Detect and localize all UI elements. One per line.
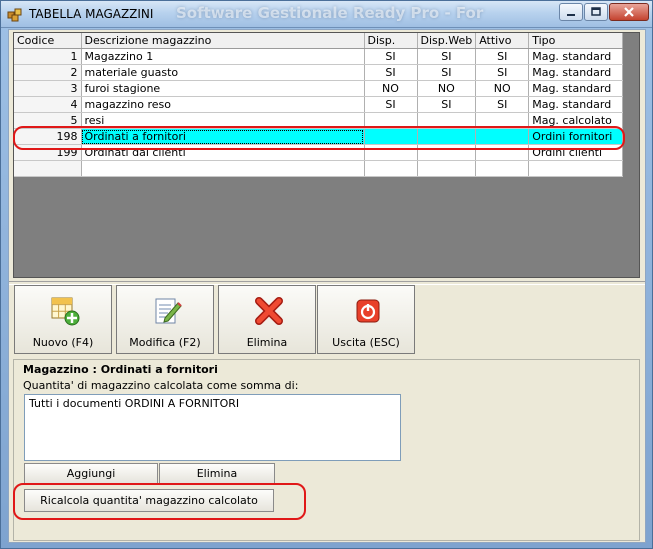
cell-descrizione: resi (81, 112, 365, 129)
table-row[interactable]: 1 Magazzino 1 SI SI SI Mag. standard (14, 48, 624, 65)
column-header-disp[interactable]: Disp. (364, 33, 418, 49)
cell-codice: 199 (14, 144, 82, 161)
cell-disp: NO (364, 80, 418, 97)
modifica-label: Modifica (F2) (129, 336, 201, 349)
cell-attivo: SI (475, 64, 530, 81)
add-grid-icon (51, 297, 80, 326)
cell-tipo: Mag. standard (528, 48, 624, 65)
uscita-button[interactable]: Uscita (ESC) (317, 285, 415, 354)
elimina-toolbar-button[interactable]: Elimina (218, 285, 316, 354)
cell-disp-web: NO (417, 80, 477, 97)
table-header-row: Codice Descrizione magazzino Disp. Disp.… (14, 33, 624, 49)
column-header-disp-web[interactable]: Disp.Web (417, 33, 477, 49)
nuovo-button[interactable]: Nuovo (F4) (14, 285, 112, 354)
column-header-descrizione[interactable]: Descrizione magazzino (81, 33, 365, 49)
cell-tipo: Mag. calcolato (528, 112, 624, 129)
table-row[interactable]: 199 Ordinati dai clienti Ordini clienti (14, 144, 624, 161)
cell-disp (364, 128, 418, 145)
minimize-button[interactable] (559, 3, 583, 21)
cell-codice: 198 (14, 128, 82, 145)
app-icon (7, 8, 22, 22)
cell-disp-web (417, 112, 477, 129)
edit-document-icon (155, 298, 182, 324)
cell-descrizione: materiale guasto (81, 64, 365, 81)
minimize-icon (567, 14, 575, 16)
nuovo-label: Nuovo (F4) (32, 336, 94, 349)
table-row[interactable]: 5 resi Mag. calcolato (14, 112, 624, 129)
cell-tipo: Ordini fornitori (528, 128, 624, 145)
cell-tipo (528, 160, 624, 177)
column-header-tipo[interactable]: Tipo (528, 33, 624, 49)
cell-attivo: SI (475, 48, 530, 65)
delete-x-icon (255, 297, 283, 325)
close-icon (624, 7, 634, 17)
ricalcola-button[interactable]: Ricalcola quantita' magazzino calcolato (24, 489, 274, 512)
power-exit-icon (356, 299, 380, 323)
detail-caption: Quantita' di magazzino calcolata come so… (23, 379, 299, 392)
cell-attivo (475, 112, 530, 129)
cell-descrizione: Ordinati a fornitori (81, 128, 365, 145)
detail-panel: Magazzino : Ordinati a fornitori Quantit… (13, 359, 640, 541)
cell-tipo: Mag. standard (528, 80, 624, 97)
cell-disp (364, 144, 418, 161)
cell-tipo: Mag. standard (528, 96, 624, 113)
cell-attivo: SI (475, 96, 530, 113)
cell-disp-web: SI (417, 64, 477, 81)
components-memo[interactable]: Tutti i documenti ORDINI A FORNITORI (24, 394, 401, 461)
column-header-attivo[interactable]: Attivo (475, 33, 530, 49)
elimina-detail-button[interactable]: Elimina (159, 463, 275, 484)
table-row[interactable]: 3 furoi stagione NO NO NO Mag. standard (14, 80, 624, 97)
window-title: TABELLA MAGAZZINI (29, 7, 154, 21)
cell-attivo (475, 128, 530, 145)
cell-disp-web: SI (417, 96, 477, 113)
modifica-button[interactable]: Modifica (F2) (116, 285, 214, 354)
cell-codice: 3 (14, 80, 82, 97)
cell-descrizione: furoi stagione (81, 80, 365, 97)
title-bar[interactable]: TABELLA MAGAZZINI Software Gestionale Re… (1, 1, 652, 28)
cell-descrizione (81, 160, 365, 177)
uscita-label: Uscita (ESC) (332, 336, 400, 349)
elimina-toolbar-label: Elimina (246, 336, 288, 349)
cell-disp (364, 112, 418, 129)
cell-codice: 2 (14, 64, 82, 81)
cell-attivo: NO (475, 80, 530, 97)
cell-descrizione: Magazzino 1 (81, 48, 365, 65)
close-button[interactable] (609, 3, 649, 21)
cell-disp-web: SI (417, 48, 477, 65)
aggiungi-button[interactable]: Aggiungi (24, 463, 158, 484)
cell-codice: 5 (14, 112, 82, 129)
table-row-empty[interactable] (14, 160, 624, 177)
cell-tipo: Mag. standard (528, 64, 624, 81)
cell-attivo (475, 144, 530, 161)
window: TABELLA MAGAZZINI Software Gestionale Re… (0, 0, 653, 549)
cell-descrizione: Ordinati dai clienti (81, 144, 365, 161)
cell-disp-web (417, 144, 477, 161)
cell-codice (14, 160, 82, 177)
warehouse-table: Codice Descrizione magazzino Disp. Disp.… (14, 33, 624, 177)
cell-disp-web (417, 160, 477, 177)
cell-disp: SI (364, 64, 418, 81)
cell-codice: 1 (14, 48, 82, 65)
column-header-codice[interactable]: Codice (14, 33, 82, 49)
table-row-selected[interactable]: 198 Ordinati a fornitori Ordini fornitor… (14, 128, 624, 145)
cell-disp: SI (364, 48, 418, 65)
cell-attivo (475, 160, 530, 177)
cell-codice: 4 (14, 96, 82, 113)
cell-disp (364, 160, 418, 177)
cell-tipo: Ordini clienti (528, 144, 624, 161)
client-area: Codice Descrizione magazzino Disp. Disp.… (8, 29, 646, 543)
detail-title: Magazzino : Ordinati a fornitori (23, 363, 218, 376)
cell-descrizione: magazzino reso (81, 96, 365, 113)
table-row[interactable]: 2 materiale guasto SI SI SI Mag. standar… (14, 64, 624, 81)
cell-disp-web (417, 128, 477, 145)
warehouse-grid[interactable]: Codice Descrizione magazzino Disp. Disp.… (13, 32, 640, 278)
table-row[interactable]: 4 magazzino reso SI SI SI Mag. standard (14, 96, 624, 113)
maximize-icon (591, 7, 601, 16)
background-window-title: Software Gestionale Ready Pro - For (176, 4, 484, 22)
cell-disp: SI (364, 96, 418, 113)
maximize-button[interactable] (584, 3, 608, 21)
